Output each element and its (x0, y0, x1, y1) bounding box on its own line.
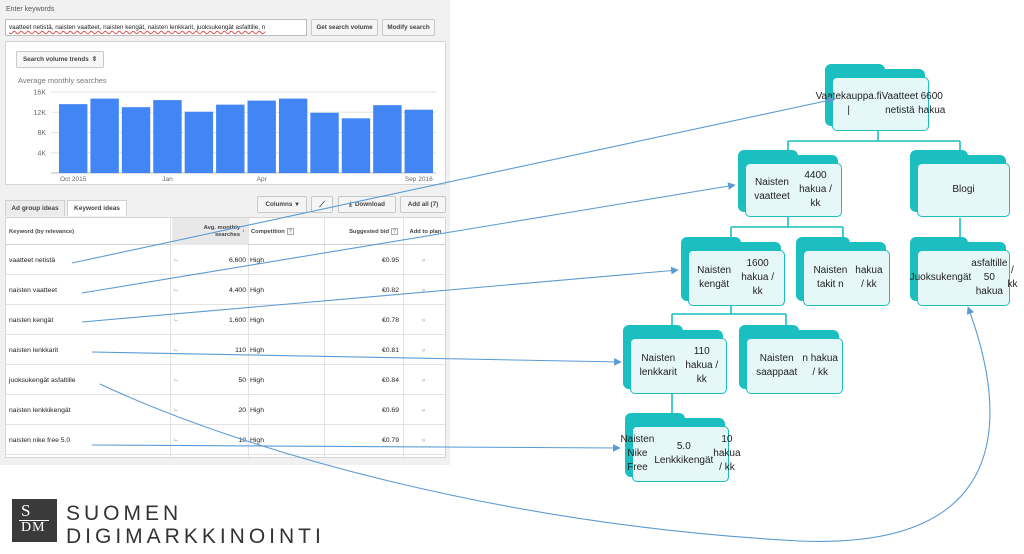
arrow-naisten-vaatteet (81, 182, 736, 294)
arrow-naisten-lenkkarit (91, 351, 622, 366)
arrow-juoksukengat (99, 306, 991, 542)
keyword-mapping-arrows (71, 96, 991, 542)
arrow-vaatteet-netista (71, 96, 836, 264)
arrow-nike-free (91, 444, 621, 452)
